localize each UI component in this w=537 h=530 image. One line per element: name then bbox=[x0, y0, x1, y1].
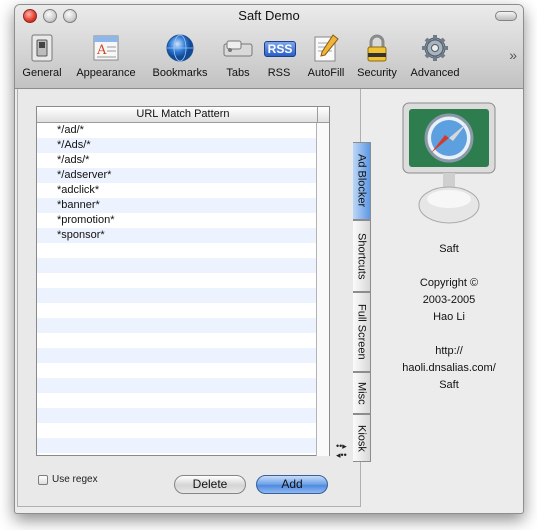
toolbar-toggle-button[interactable] bbox=[495, 11, 517, 21]
toolbar-security[interactable]: Security bbox=[353, 31, 401, 85]
table-row[interactable] bbox=[37, 273, 317, 288]
tab-label: Misc bbox=[355, 381, 368, 405]
toolbar-general[interactable]: General bbox=[19, 31, 65, 85]
table-row[interactable] bbox=[37, 378, 317, 393]
use-regex-checkbox[interactable] bbox=[38, 474, 48, 485]
table-row[interactable] bbox=[37, 258, 317, 273]
table-row[interactable] bbox=[37, 363, 317, 378]
table-row[interactable]: *banner* bbox=[37, 198, 317, 213]
table-row[interactable] bbox=[37, 423, 317, 438]
toolbar-label: AutoFill bbox=[307, 67, 345, 79]
toolbar-label: Bookmarks bbox=[152, 67, 208, 79]
table-row[interactable] bbox=[37, 318, 317, 333]
column-header-url-pattern[interactable]: URL Match Pattern bbox=[136, 108, 229, 120]
table-row[interactable] bbox=[37, 303, 317, 318]
author-name: Hao Li bbox=[433, 311, 465, 323]
tab-misc[interactable]: Misc bbox=[353, 372, 371, 414]
tab-ad-blocker[interactable]: Ad Blocker bbox=[353, 142, 371, 220]
table-row[interactable] bbox=[37, 288, 317, 303]
table-row[interactable]: *adclick* bbox=[37, 183, 317, 198]
tab-kiosk[interactable]: Kiosk bbox=[353, 414, 371, 462]
table-row[interactable]: */ads/* bbox=[37, 153, 317, 168]
toolbar-autofill[interactable]: AutoFill bbox=[301, 31, 351, 85]
lock-icon bbox=[362, 33, 392, 63]
table-row[interactable]: */Ads/* bbox=[37, 138, 317, 153]
toolbar-label: Appearance bbox=[76, 67, 136, 79]
globe-icon bbox=[165, 33, 195, 63]
table-row[interactable] bbox=[37, 348, 317, 363]
table-row[interactable] bbox=[37, 438, 317, 453]
rss-icon: RSS bbox=[264, 33, 296, 63]
toolbar-label: Tabs bbox=[226, 67, 250, 79]
saft-app-icon bbox=[399, 101, 499, 231]
toolbar-appearance[interactable]: A Appearance bbox=[71, 31, 141, 85]
rss-badge: RSS bbox=[264, 41, 296, 57]
window-title: Saft Demo bbox=[238, 8, 300, 23]
switch-icon bbox=[27, 33, 57, 63]
toolbar-advanced[interactable]: Advanced bbox=[405, 31, 465, 85]
table-row[interactable]: *sponsor* bbox=[37, 228, 317, 243]
delete-button[interactable]: Delete bbox=[174, 475, 246, 494]
tab-label: Ad Blocker bbox=[355, 154, 368, 208]
table-corner bbox=[317, 107, 329, 122]
gear-icon bbox=[420, 33, 450, 63]
url-line-1[interactable]: http:// bbox=[375, 343, 523, 360]
tab-full-screen[interactable]: Full Screen bbox=[353, 292, 371, 372]
add-button[interactable]: Add bbox=[256, 475, 328, 494]
tab-label: Full Screen bbox=[355, 304, 368, 360]
pencil-icon bbox=[311, 33, 341, 63]
table-row[interactable] bbox=[37, 393, 317, 408]
toolbar-label: Security bbox=[357, 67, 397, 79]
table-header[interactable]: URL Match Pattern bbox=[37, 107, 329, 123]
preferences-window: Saft Demo General A Appearance Bookmarks… bbox=[14, 4, 524, 514]
about-panel: Saft Copyright © 2003-2005 Hao Li http:/… bbox=[375, 89, 523, 507]
toolbar: General A Appearance Bookmarks Tabs RSS … bbox=[19, 31, 489, 85]
copyright-line: Copyright © bbox=[419, 277, 479, 289]
url-line-3[interactable]: Saft bbox=[375, 377, 523, 394]
use-regex-label: Use regex bbox=[52, 474, 98, 485]
tab-shortcuts[interactable]: Shortcuts bbox=[353, 220, 371, 292]
table-row[interactable]: */ad/* bbox=[37, 123, 317, 138]
svg-text:A: A bbox=[96, 43, 107, 58]
vertical-tabs: Ad Blocker Shortcuts Full Screen Misc Ki… bbox=[353, 142, 371, 464]
use-regex-option[interactable]: Use regex bbox=[38, 474, 98, 485]
toolbar-tabs[interactable]: Tabs bbox=[219, 31, 257, 85]
toolbar-label: General bbox=[22, 67, 62, 79]
tab-scroll-arrows[interactable]: ••▸ ◂•• bbox=[336, 442, 347, 460]
toolbar-label: RSS bbox=[267, 67, 291, 79]
table-row[interactable]: *promotion* bbox=[37, 213, 317, 228]
table-row[interactable] bbox=[37, 243, 317, 258]
title-bar: Saft Demo General A Appearance Bookmarks… bbox=[15, 5, 523, 89]
tab-prev-icon[interactable]: ◂•• bbox=[336, 451, 347, 460]
toolbar-rss[interactable]: RSS RSS bbox=[261, 31, 297, 85]
table-body: */ad/* */Ads/* */ads/* */adserver* *adclick*… bbox=[37, 123, 317, 456]
appearance-icon: A bbox=[91, 33, 121, 63]
tabs-icon bbox=[223, 33, 253, 63]
tab-label: Kiosk bbox=[355, 424, 368, 452]
pattern-table[interactable]: URL Match Pattern */ad/* */Ads/* */ads/* */… bbox=[36, 106, 330, 456]
toolbar-label: Advanced bbox=[410, 67, 460, 79]
ad-blocker-panel: URL Match Pattern */ad/* */Ads/* */ads/* */… bbox=[17, 89, 361, 507]
toolbar-overflow-icon[interactable]: » bbox=[509, 47, 517, 63]
copyright-years: 2003-2005 bbox=[422, 294, 476, 306]
table-row[interactable] bbox=[37, 333, 317, 348]
tab-label: Shortcuts bbox=[355, 232, 368, 280]
content-area: URL Match Pattern */ad/* */Ads/* */ads/* */… bbox=[15, 89, 523, 513]
toolbar-bookmarks[interactable]: Bookmarks bbox=[147, 31, 213, 85]
vertical-scrollbar[interactable] bbox=[316, 123, 329, 456]
table-row[interactable]: */adserver* bbox=[37, 168, 317, 183]
url-line-2[interactable]: haoli.dnsalias.com/ bbox=[375, 360, 523, 377]
app-name: Saft bbox=[439, 243, 459, 255]
table-row[interactable] bbox=[37, 408, 317, 423]
